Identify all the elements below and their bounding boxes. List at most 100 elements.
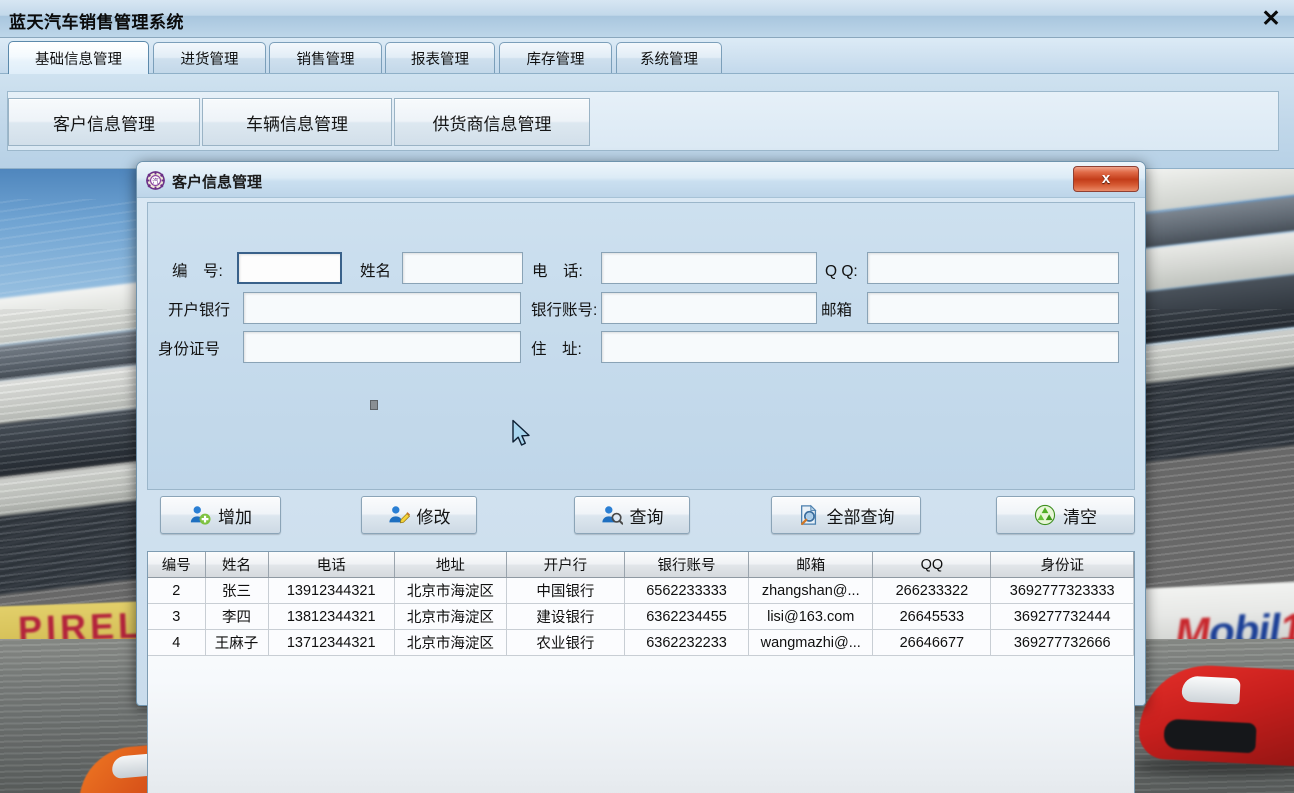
tab-basic-info[interactable]: 基础信息管理 [8,41,149,74]
table-row[interactable]: 3 李四 13812344321 北京市海淀区 建设银行 6362234455 … [148,603,1134,630]
cell-id: 3 [148,603,206,630]
cell-email: lisi@163.com [748,603,874,630]
label-customer-id: 编 号: [172,263,223,280]
customer-name-input[interactable] [402,252,523,284]
cell-account: 6562233333 [624,577,750,604]
main-tabstrip: 基础信息管理 进货管理 销售管理 报表管理 库存管理 系统管理 2019-09-… [0,38,1294,107]
clear-button-label: 清空 [1063,507,1097,527]
cell-address: 北京市海淀区 [394,629,507,656]
label-customer-name: 姓名 [360,263,392,280]
label-customer-account: 银行账号: [531,302,598,319]
column-header-qq[interactable]: QQ [872,552,992,578]
cell-id: 2 [148,577,206,604]
customer-id-input[interactable] [237,252,342,284]
cell-address: 北京市海淀区 [394,603,507,630]
cell-idcard: 369277732444 [990,603,1134,630]
table-header-row: 编号 姓名 电话 地址 开户行 银行账号 邮箱 QQ 身份证 [148,552,1134,578]
tab-purchasing[interactable]: 进货管理 [153,42,266,73]
label-customer-idcard: 身份证号 [158,341,221,358]
backdrop-car-red-windshield [1181,675,1241,705]
cell-phone: 13712344321 [268,629,395,656]
column-header-id[interactable]: 编号 [148,552,206,578]
search-all-button-label: 全部查询 [826,507,895,527]
user-search-icon [601,506,623,525]
dialog-close-button[interactable]: x [1073,166,1139,192]
customer-idcard-input[interactable] [243,331,521,363]
user-edit-icon [388,506,410,524]
search-button[interactable]: 查询 [574,496,690,534]
edit-button[interactable]: 修改 [361,496,477,534]
dialog-title: 客户信息管理 [172,174,263,191]
label-customer-address: 住 址: [531,341,582,358]
backdrop-car-red-grille [1163,718,1257,754]
cell-address: 北京市海淀区 [394,577,507,604]
column-header-name[interactable]: 姓名 [205,552,269,578]
customer-form-panel: 编 号: 姓名 电 话: Q Q: 开户银行 银行账号: 邮箱 身份证号 住 址… [147,202,1135,490]
cell-bank: 农业银行 [506,629,625,656]
cell-account: 6362234455 [624,603,750,630]
customer-info-dialog: 汽 客户信息管理 x 编 号: 姓名 电 话: Q Q: 开户银行 银行账号: … [136,161,1146,793]
customer-data-grid[interactable]: 编号 姓名 电话 地址 开户行 银行账号 邮箱 QQ 身份证 2 张三 1391… [147,551,1135,793]
search-all-button[interactable]: 全部查询 [771,496,921,534]
cell-name: 王麻子 [205,629,269,656]
label-customer-bank: 开户银行 [168,302,231,319]
cell-idcard: 3692777323333 [990,577,1134,604]
id-field-lock-glyph [370,400,378,410]
toolbar-button-customer-info[interactable]: 客户信息管理 [8,98,200,146]
label-customer-email: 邮箱 [821,302,853,319]
search-button-label: 查询 [629,507,664,527]
cell-phone: 13812344321 [268,603,395,630]
page-title: 蓝天汽车销售管理系统 [9,13,184,32]
column-header-address[interactable]: 地址 [394,552,507,578]
customer-qq-input[interactable] [867,252,1119,284]
cell-qq: 266233322 [872,577,992,604]
tab-reports[interactable]: 报表管理 [385,42,495,73]
column-header-idcard[interactable]: 身份证 [990,552,1134,578]
cell-account: 6362232233 [624,629,750,656]
tab-system[interactable]: 系统管理 [616,42,722,73]
column-header-phone[interactable]: 电话 [268,552,395,578]
cell-name: 张三 [205,577,269,604]
page-search-icon [800,504,817,525]
column-header-account[interactable]: 银行账号 [624,552,750,578]
cell-bank: 中国银行 [506,577,625,604]
customer-phone-input[interactable] [601,252,817,284]
user-add-icon [190,506,211,525]
application-window: Mobil1 PIRELLI 蓝天汽车销售管理系统 ✕ 基础信息管理 进货管理 … [0,0,1294,793]
label-customer-phone: 电 话: [532,263,583,280]
tab-inventory[interactable]: 库存管理 [499,42,612,73]
customer-table: 编号 姓名 电话 地址 开户行 银行账号 邮箱 QQ 身份证 2 张三 1391… [148,552,1134,656]
toolbar-button-vehicle-info[interactable]: 车辆信息管理 [202,98,392,146]
cell-name: 李四 [205,603,269,630]
cell-bank: 建设银行 [506,603,625,630]
cell-email: wangmazhi@... [748,629,874,656]
recycle-icon [1034,504,1056,526]
column-header-email[interactable]: 邮箱 [748,552,874,578]
customer-bank-input[interactable] [243,292,521,324]
cell-id: 4 [148,629,206,656]
cell-idcard: 369277732666 [990,629,1134,656]
module-toolbar-panel: 客户信息管理 车辆信息管理 供货商信息管理 [7,91,1279,151]
customer-address-input[interactable] [601,331,1119,363]
clear-button[interactable]: 清空 [996,496,1135,534]
close-icon[interactable]: ✕ [1258,5,1284,31]
edit-button-label: 修改 [416,507,451,527]
table-row[interactable]: 2 张三 13912344321 北京市海淀区 中国银行 6562233333 … [148,577,1134,604]
column-header-bank[interactable]: 开户行 [506,552,625,578]
dialog-titlebar[interactable]: 汽 客户信息管理 x [137,162,1145,198]
customer-account-input[interactable] [601,292,817,324]
customer-email-input[interactable] [867,292,1119,324]
add-button[interactable]: 增加 [160,496,281,534]
label-customer-qq: Q Q: [825,263,858,280]
cell-qq: 26646677 [872,629,992,656]
toolbar-button-supplier-info[interactable]: 供货商信息管理 [394,98,590,146]
cell-email: zhangshan@... [748,577,874,604]
gear-icon: 汽 [146,171,165,190]
svg-text:汽: 汽 [152,176,159,185]
tab-sales[interactable]: 销售管理 [269,42,382,73]
add-button-label: 增加 [218,507,252,527]
module-toolbar: 客户信息管理 车辆信息管理 供货商信息管理 [0,74,1294,169]
main-titlebar: 蓝天汽车销售管理系统 ✕ [0,0,1294,38]
cell-phone: 13912344321 [268,577,395,604]
table-row[interactable]: 4 王麻子 13712344321 北京市海淀区 农业银行 6362232233… [148,629,1134,656]
